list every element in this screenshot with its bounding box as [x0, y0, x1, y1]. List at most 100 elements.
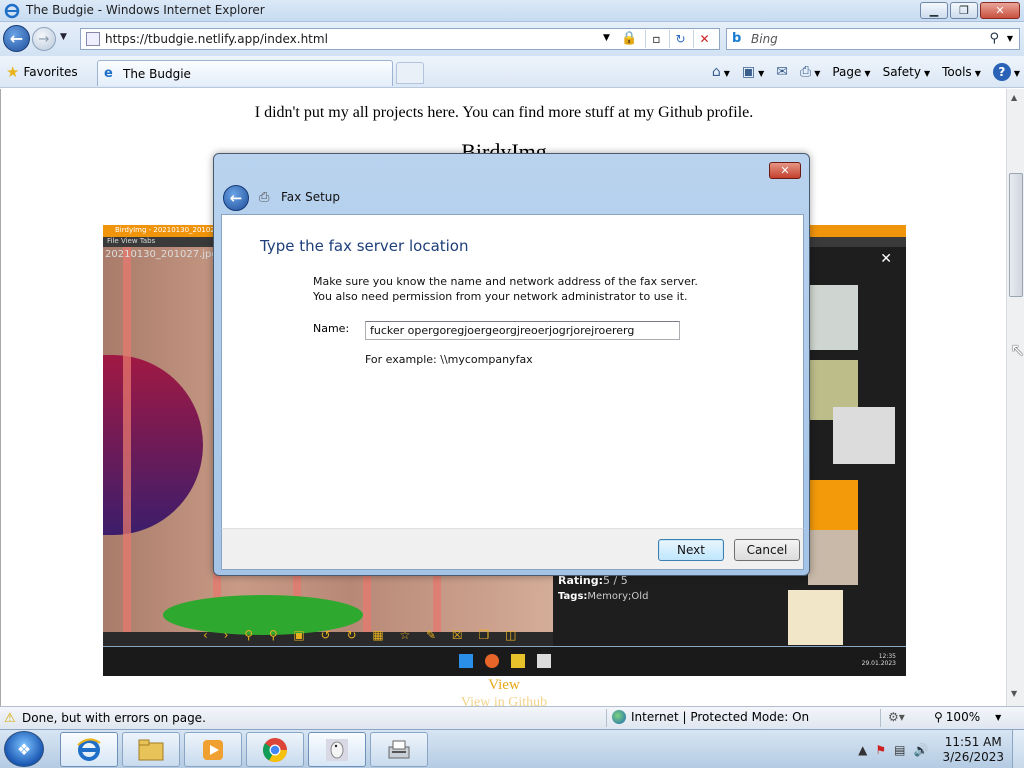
search-box[interactable]: b Bing ⚲ ▼ — [726, 28, 1020, 50]
window-controls: ▁ ❐ ✕ — [920, 2, 1020, 19]
status-message[interactable]: Done, but with errors on page. — [22, 711, 206, 725]
windows-start-icon — [459, 654, 473, 668]
window-title-bar: The Budgie - Windows Internet Explorer ▁… — [0, 0, 1024, 22]
fax-icon: ⎙ — [259, 190, 270, 205]
refresh-button[interactable]: ↻ — [669, 30, 691, 48]
print-button[interactable]: ⎙ ▼ — [800, 64, 820, 80]
screenshot-clock: 12:35 29.01.2023 — [862, 653, 896, 667]
fax-setup-dialog: ✕ ← ⎙ Fax Setup Type the fax server loca… — [213, 153, 810, 576]
cancel-button[interactable]: Cancel — [734, 539, 800, 561]
address-dropdown-icon[interactable]: ▼ — [603, 33, 610, 43]
thumbnail — [788, 590, 843, 645]
dialog-close-button[interactable]: ✕ — [769, 162, 801, 179]
address-url[interactable]: https://tbudgie.netlify.app/index.html — [105, 32, 328, 46]
page-menu-label: Page — [832, 65, 862, 79]
compatibility-view-button[interactable]: ▫ — [645, 30, 667, 48]
zone-text: Internet | Protected Mode: On — [631, 710, 810, 724]
taskbar-clock[interactable]: 11:51 AM 3/26/2023 — [942, 735, 1004, 765]
tools-menu[interactable]: Tools ▼ — [942, 65, 981, 79]
taskbar-ie-button[interactable] — [60, 732, 118, 767]
ie-logo-icon — [4, 3, 20, 19]
read-mail-button[interactable]: ✉ — [776, 64, 788, 80]
search-placeholder: Bing — [751, 32, 778, 46]
globe-icon — [612, 710, 626, 724]
show-hidden-icons-icon[interactable]: ▲ — [858, 743, 867, 757]
rss-icon: ▣ — [741, 64, 756, 80]
dialog-back-button[interactable]: ← — [223, 185, 249, 211]
status-separator — [880, 709, 881, 727]
zoom-control[interactable]: ⚲ 100% ▼ — [934, 710, 1001, 724]
help-menu[interactable]: ? ▼ — [992, 63, 1020, 81]
view-github-link[interactable]: View in Github — [1, 695, 1006, 706]
search-icon[interactable]: ⚲ — [989, 31, 999, 46]
scroll-down-icon[interactable]: ▼ — [1011, 689, 1017, 698]
screenshot-tags: Tags:Memory;Old — [558, 591, 648, 602]
dialog-heading: Type the fax server location — [260, 237, 469, 255]
warning-icon[interactable]: ⚠ — [4, 711, 16, 726]
address-bar[interactable]: https://tbudgie.netlify.app/index.html ▼… — [80, 28, 720, 50]
description-line-2: You also need permission from your netwo… — [313, 290, 688, 303]
recent-pages-dropdown[interactable]: ▼ — [60, 32, 67, 42]
safety-menu[interactable]: Safety ▼ — [883, 65, 931, 79]
vertical-scrollbar[interactable]: ▲ ▼ — [1006, 89, 1024, 706]
window-title: The Budgie - Windows Internet Explorer — [26, 3, 265, 17]
minimize-button[interactable]: ▁ — [920, 2, 948, 19]
ie-icon — [77, 738, 101, 761]
folder-icon — [511, 654, 525, 668]
clock-time: 11:51 AM — [944, 734, 1002, 749]
next-button[interactable]: Next — [658, 539, 724, 561]
new-tab-button[interactable] — [396, 62, 424, 84]
budgie-app-icon — [326, 738, 348, 761]
security-zone[interactable]: Internet | Protected Mode: On — [612, 710, 809, 724]
taskbar-birdyimg-button[interactable] — [308, 732, 366, 767]
tags-label: Tags: — [558, 591, 588, 602]
thumbnail — [808, 480, 858, 530]
scroll-up-icon[interactable]: ▲ — [1011, 93, 1017, 102]
volume-icon[interactable]: 🔊 — [914, 743, 929, 757]
tab-the-budgie[interactable]: e The Budgie — [97, 60, 393, 86]
bing-icon: b — [732, 31, 742, 46]
lock-icon[interactable]: 🔒 — [621, 31, 637, 47]
network-icon[interactable]: ▤ — [894, 743, 905, 757]
feeds-button[interactable]: ▣ ▼ — [742, 64, 764, 80]
ie-tab-icon: e — [104, 65, 113, 81]
tags-value: Memory;Old — [587, 591, 649, 602]
back-button[interactable]: ← — [3, 25, 30, 52]
screenshot-taskbar: 12:35 29.01.2023 — [103, 646, 906, 676]
start-button[interactable]: ❖ — [4, 731, 44, 767]
taskbar-chrome-button[interactable] — [246, 732, 304, 767]
navigation-bar: ← → ▼ https://tbudgie.netlify.app/index.… — [0, 22, 1024, 56]
maximize-button[interactable]: ❐ — [950, 2, 978, 19]
scrollbar-thumb[interactable] — [1009, 173, 1023, 297]
forward-button[interactable]: → — [32, 27, 56, 51]
printer-icon: ⎙ — [800, 64, 812, 80]
show-desktop-button[interactable] — [1012, 730, 1024, 768]
firefox-icon — [485, 654, 499, 668]
taskbar-explorer-button[interactable] — [122, 732, 180, 767]
home-icon: ⌂ — [711, 64, 721, 80]
close-window-button[interactable]: ✕ — [980, 2, 1020, 19]
thumbnail — [808, 530, 858, 585]
system-tray: ▲ ⚑ ▤ 🔊 11:51 AM 3/26/2023 — [858, 730, 1024, 768]
taskbar-media-player-button[interactable] — [184, 732, 242, 767]
action-center-icon[interactable]: ⚑ — [875, 743, 886, 757]
tab-title: The Budgie — [123, 66, 191, 81]
fax-server-name-input[interactable] — [365, 321, 680, 340]
taskbar-fax-button[interactable] — [370, 732, 428, 767]
view-link[interactable]: View — [1, 677, 1006, 694]
home-button[interactable]: ⌂ ▼ — [712, 64, 730, 80]
command-bar: ⌂ ▼ ▣ ▼ ✉ ⎙ ▼ Page ▼ Safety ▼ Tools ▼ ? ▼ — [712, 63, 1020, 81]
windows-taskbar: ❖ ▲ ⚑ ▤ 🔊 11:51 AM 3/26/2023 — [0, 729, 1024, 768]
screenshot-clock-date: 29.01.2023 — [861, 660, 896, 667]
app-icon — [537, 654, 551, 668]
status-bar: ⚠ Done, but with errors on page. Interne… — [0, 706, 1024, 729]
search-options-dropdown[interactable]: ▼ — [1007, 34, 1013, 43]
screenshot-filename: 20210130_201027.jpg — [105, 249, 218, 260]
stop-button[interactable]: ✕ — [693, 30, 715, 48]
favorites-button[interactable]: ★ Favorites — [6, 62, 78, 82]
protected-mode-icon[interactable]: ⚙▾ — [888, 710, 905, 724]
page-menu[interactable]: Page ▼ — [832, 65, 870, 79]
clock-date: 3/26/2023 — [942, 749, 1004, 764]
status-separator — [606, 709, 607, 727]
name-label: Name: — [313, 322, 350, 335]
